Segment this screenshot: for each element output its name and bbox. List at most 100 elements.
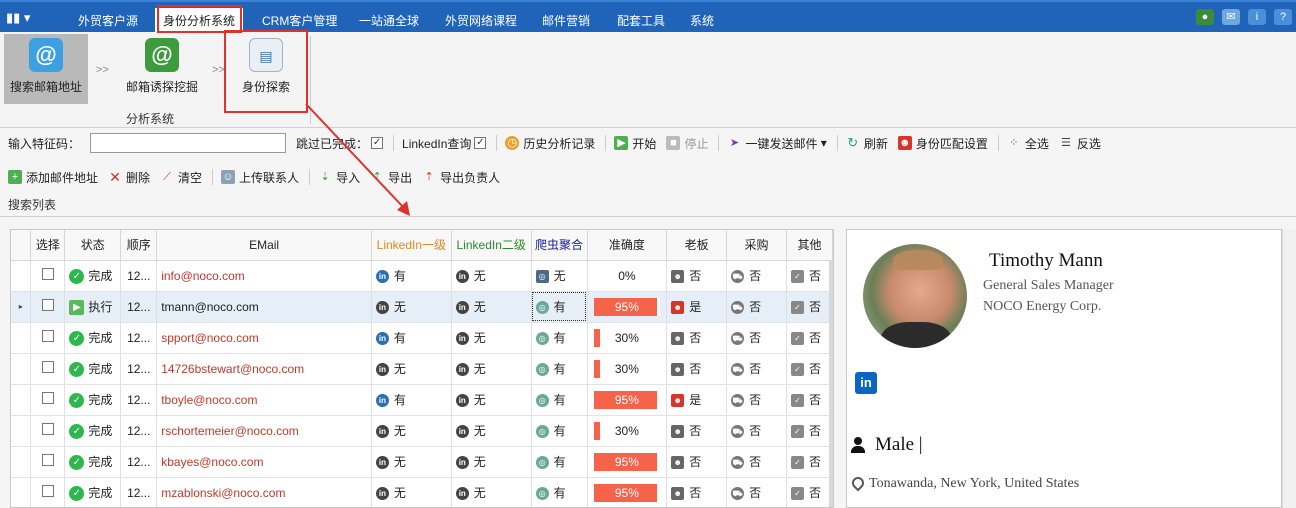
invert-selection-button[interactable]: ☰ 反选 <box>1059 135 1101 152</box>
col-header-email[interactable]: EMail <box>156 230 372 261</box>
col-header-buyer[interactable]: 采购 <box>726 230 787 261</box>
linkedin1-text: 无 <box>393 455 406 469</box>
history-button[interactable]: ◷ 历史分析记录 <box>505 135 595 152</box>
identity-match-settings-button[interactable]: ☻ 身份匹配设置 <box>897 135 988 152</box>
accuracy-bar: 95% <box>593 483 661 502</box>
col-header-order[interactable]: 顺序 <box>120 230 158 261</box>
row-checkbox[interactable] <box>41 454 54 466</box>
boss-text: 否 <box>689 362 702 376</box>
menu-foreign-trade-source[interactable]: 外贸客户源 <box>70 8 146 34</box>
table-row[interactable]: ✓ 完成 12... mzablonski@noco.com in 无 in 无 ◎ 有… <box>11 477 833 507</box>
email-cell[interactable]: mzablonski@noco.com <box>156 477 372 507</box>
row-select-cell[interactable] <box>30 260 66 292</box>
linkedin-small-icon: in <box>455 394 469 408</box>
stop-icon: ■ <box>666 136 681 150</box>
col-header-boss[interactable]: 老板 <box>666 230 728 261</box>
refresh-button[interactable]: ↻ 刷新 <box>846 135 887 152</box>
feature-code-input[interactable] <box>90 133 287 153</box>
col-header-status[interactable]: 状态 <box>64 230 122 261</box>
cart-icon: ⛟ <box>731 425 745 439</box>
row-checkbox[interactable] <box>41 299 54 311</box>
status-text: 完成 <box>88 392 113 407</box>
linkedin-small-icon: in <box>375 363 389 377</box>
row-checkbox[interactable] <box>41 423 54 435</box>
menu-email-marketing[interactable]: 邮件营销 <box>534 8 598 34</box>
upload-contacts-button[interactable]: ☺ 上传联系人 <box>221 169 299 186</box>
globe-icon[interactable]: ● <box>1196 9 1214 25</box>
email-cell[interactable]: tmann@noco.com <box>156 291 372 323</box>
person-icon <box>851 437 865 453</box>
email-cell[interactable]: tboyle@noco.com <box>156 384 372 416</box>
order-cell: 12... <box>120 384 158 416</box>
col-header-crawler[interactable]: 爬虫聚合 <box>531 230 588 261</box>
skip-completed-checkbox[interactable]: 跳过已完成： ✓ <box>296 135 384 152</box>
linkedin-icon[interactable]: in <box>855 372 877 394</box>
email-cell[interactable]: spport@noco.com <box>156 322 372 354</box>
row-checkbox[interactable] <box>41 361 54 373</box>
row-checkbox[interactable] <box>41 268 54 280</box>
email-cell[interactable]: info@noco.com <box>156 260 372 292</box>
col-header-select[interactable]: 选择 <box>30 230 66 261</box>
col-header-linkedin1[interactable]: LinkedIn一级 <box>371 230 452 261</box>
table-row[interactable]: ✓ 完成 12... info@noco.com in 有 in 无 ◎ 无 0% ☻ 否… <box>11 260 833 292</box>
app-menu-icon[interactable]: ▮▮ ▾ <box>6 10 42 26</box>
cart-icon: ⛟ <box>731 363 745 377</box>
table-row[interactable]: ✓ 完成 12... rschortemeier@noco.com in 无 in 无… <box>11 415 833 447</box>
table-row[interactable]: ✓ 完成 12... kbayes@noco.com in 无 in 无 ◎ 有 95%… <box>11 446 833 478</box>
email-at-green-icon: @ <box>145 38 179 72</box>
delete-button[interactable]: ✕ 删除 <box>108 169 150 186</box>
row-checkbox[interactable] <box>41 485 54 497</box>
boss-person-icon: ☻ <box>671 363 685 377</box>
send-mail-dropdown[interactable]: ➤ 一键发送邮件 ▾ <box>727 135 827 152</box>
export-owner-button[interactable]: ⇡ 导出负责人 <box>422 169 500 186</box>
menu-trade-courses[interactable]: 外贸网络课程 <box>437 8 525 34</box>
help-icon[interactable]: ? <box>1274 9 1292 25</box>
linkedin-query-checkbox[interactable]: LinkedIn查询 ✓ <box>402 135 487 152</box>
boss-text: 是 <box>689 393 702 407</box>
check-icon[interactable]: ✓ <box>371 137 384 149</box>
grid-vertical-scrollbar[interactable] <box>829 260 833 507</box>
info-icon[interactable]: i <box>1248 9 1266 25</box>
table-row[interactable]: ▸ ▶ 执行 12... tmann@noco.com in 无 in 无 ◎ 有 95… <box>11 291 833 323</box>
email-cell[interactable]: kbayes@noco.com <box>156 446 372 478</box>
row-select-cell[interactable] <box>30 415 66 447</box>
row-select-cell[interactable] <box>30 384 66 416</box>
col-header-linkedin2[interactable]: LinkedIn二级 <box>451 230 532 261</box>
row-checkbox[interactable] <box>41 330 54 342</box>
accuracy-bar: 0% <box>593 266 661 285</box>
import-button[interactable]: ⇣ 导入 <box>318 169 360 186</box>
linkedin2-text: 无 <box>473 269 486 283</box>
linkedin2-cell: in 无 <box>451 353 532 385</box>
boss-cell: ☻ 否 <box>666 415 728 447</box>
select-all-button[interactable]: ⁘ 全选 <box>1007 135 1049 152</box>
email-probe-button[interactable]: @ 邮箱诱探挖掘 <box>120 34 204 104</box>
row-checkbox[interactable] <box>41 392 54 404</box>
email-cell[interactable]: 14726bstewart@noco.com <box>156 353 372 385</box>
menu-tools[interactable]: 配套工具 <box>609 8 673 34</box>
email-probe-label: 邮箱诱探挖掘 <box>125 80 198 94</box>
table-row[interactable]: ✓ 完成 12... spport@noco.com in 有 in 无 ◎ 有 30%… <box>11 322 833 354</box>
add-email-button[interactable]: + 添加邮件地址 <box>8 169 98 186</box>
start-button[interactable]: ▶ 开始 <box>614 135 656 152</box>
message-icon[interactable]: ✉ <box>1222 9 1240 25</box>
row-select-cell[interactable] <box>30 291 66 323</box>
col-header-accuracy[interactable]: 准确度 <box>587 230 668 261</box>
row-select-cell[interactable] <box>30 477 66 507</box>
check-icon[interactable]: ✓ <box>474 137 487 149</box>
stop-button[interactable]: ■ 停止 <box>666 135 708 152</box>
menu-one-stop-global[interactable]: 一站通全球 <box>351 8 427 34</box>
table-row[interactable]: ✓ 完成 12... tboyle@noco.com in 有 in 无 ◎ 有 95%… <box>11 384 833 416</box>
linkedin2-cell: in 无 <box>451 260 532 292</box>
table-row[interactable]: ✓ 完成 12... 14726bstewart@noco.com in 无 in 无… <box>11 353 833 385</box>
email-cell[interactable]: rschortemeier@noco.com <box>156 415 372 447</box>
row-indicator <box>11 353 32 385</box>
row-select-cell[interactable] <box>30 322 66 354</box>
col-header-other[interactable]: 其他 <box>786 230 833 261</box>
row-select-cell[interactable] <box>30 446 66 478</box>
menu-system[interactable]: 系统 <box>682 8 722 34</box>
row-select-cell[interactable] <box>30 353 66 385</box>
export-button[interactable]: ⇡ 导出 <box>370 169 412 186</box>
profile-scrollbar[interactable] <box>1282 229 1296 508</box>
clear-button[interactable]: ⟋ 清空 <box>160 169 202 186</box>
search-email-button[interactable]: @ 搜索邮箱地址 <box>4 34 88 104</box>
